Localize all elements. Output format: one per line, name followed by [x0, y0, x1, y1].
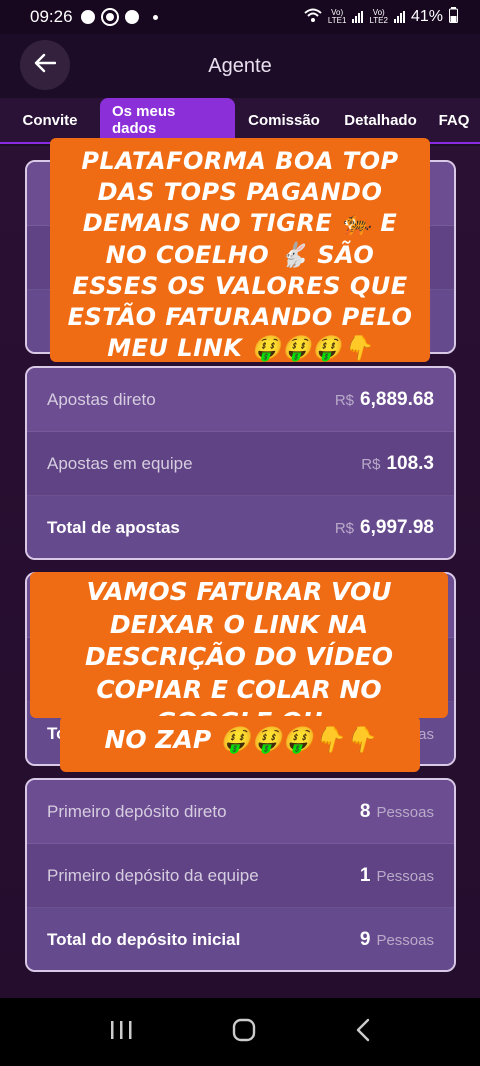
- deposit-team-row: Primeiro depósito da equipe 1 Pessoas: [27, 844, 454, 908]
- recent-apps-icon[interactable]: [109, 1019, 133, 1046]
- caption-overlay-bottom: VAMOS FATURAR VOU DEIXAR O LINK NA DESCR…: [30, 572, 448, 736]
- row-value: 6,889.68: [360, 388, 434, 410]
- row-value: 108.3: [386, 452, 434, 474]
- back-nav-icon[interactable]: [355, 1018, 371, 1047]
- deposit-direct-row: Primeiro depósito direto 8 Pessoas: [27, 780, 454, 844]
- caption-overlay-top: PLATAFORMA BOA TOP DAS TOPS PAGANDO DEMA…: [50, 138, 430, 362]
- wifi-icon: [304, 8, 322, 27]
- app-header: Agente: [0, 34, 480, 98]
- row-unit: Pessoas: [376, 867, 434, 885]
- row-label: Total do depósito inicial: [47, 930, 241, 949]
- bets-direct-row: Apostas direto R$ 6,889.68: [27, 368, 454, 432]
- tab-faq[interactable]: FAQ: [428, 98, 480, 142]
- bets-team-row: Apostas em equipe R$ 108.3: [27, 432, 454, 496]
- home-icon[interactable]: [231, 1017, 257, 1048]
- signal-1-icon: [352, 11, 364, 23]
- tab-convite[interactable]: Convite: [0, 98, 100, 142]
- signal-2-icon: [393, 11, 405, 23]
- row-label: Primeiro depósito da equipe: [47, 865, 259, 885]
- battery-icon: [449, 6, 458, 28]
- deposit-total-row: Total do depósito inicial 9 Pessoas: [27, 908, 454, 970]
- sim2-label: Vo) LTE2: [369, 8, 388, 25]
- currency: R$: [334, 520, 355, 537]
- row-label: Apostas em equipe: [47, 453, 193, 473]
- row-label: Primeiro depósito direto: [47, 801, 227, 821]
- row-unit: Pessoas: [376, 932, 434, 949]
- bets-total-row: Total de apostas R$ 6,997.98: [27, 496, 454, 558]
- status-bar: 09:26 Vo) LTE1 Vo) LTE2 41%: [0, 0, 480, 34]
- page-title: Agente: [208, 54, 272, 77]
- system-nav-bar: [0, 998, 480, 1066]
- tab-detalhado[interactable]: Detalhado: [333, 98, 428, 142]
- bets-card: Apostas direto R$ 6,889.68 Apostas em equ…: [25, 366, 456, 560]
- notification-icon: [100, 8, 119, 26]
- app-icon: [124, 10, 139, 24]
- currency: R$: [361, 455, 381, 473]
- row-unit: Pessoas: [376, 803, 434, 821]
- row-label: Total de apostas: [47, 518, 180, 537]
- sim1-label: Vo) LTE1: [327, 8, 347, 25]
- row-value: 6,997.98: [360, 517, 434, 538]
- caption-overlay-bottom-line: NO ZAP 🤑🤑🤑👇👇: [60, 716, 420, 772]
- tab-comissao[interactable]: Comissão: [235, 98, 333, 142]
- battery-percent: 41%: [410, 8, 443, 25]
- deposits-card: Primeiro depósito direto 8 Pessoas Primei…: [25, 778, 456, 972]
- row-value: 9: [359, 929, 371, 950]
- currency: R$: [334, 391, 355, 409]
- row-value: 8: [359, 800, 371, 822]
- tab-os-meus-dados[interactable]: Os meus dados: [100, 98, 235, 142]
- back-arrow-icon: [34, 53, 57, 78]
- row-label: Apostas direto: [47, 389, 156, 409]
- more-notifications-icon: [152, 14, 158, 20]
- message-icon: [80, 10, 95, 24]
- status-time: 09:26: [30, 7, 73, 26]
- row-value: 1: [359, 864, 371, 886]
- back-button[interactable]: [20, 40, 70, 90]
